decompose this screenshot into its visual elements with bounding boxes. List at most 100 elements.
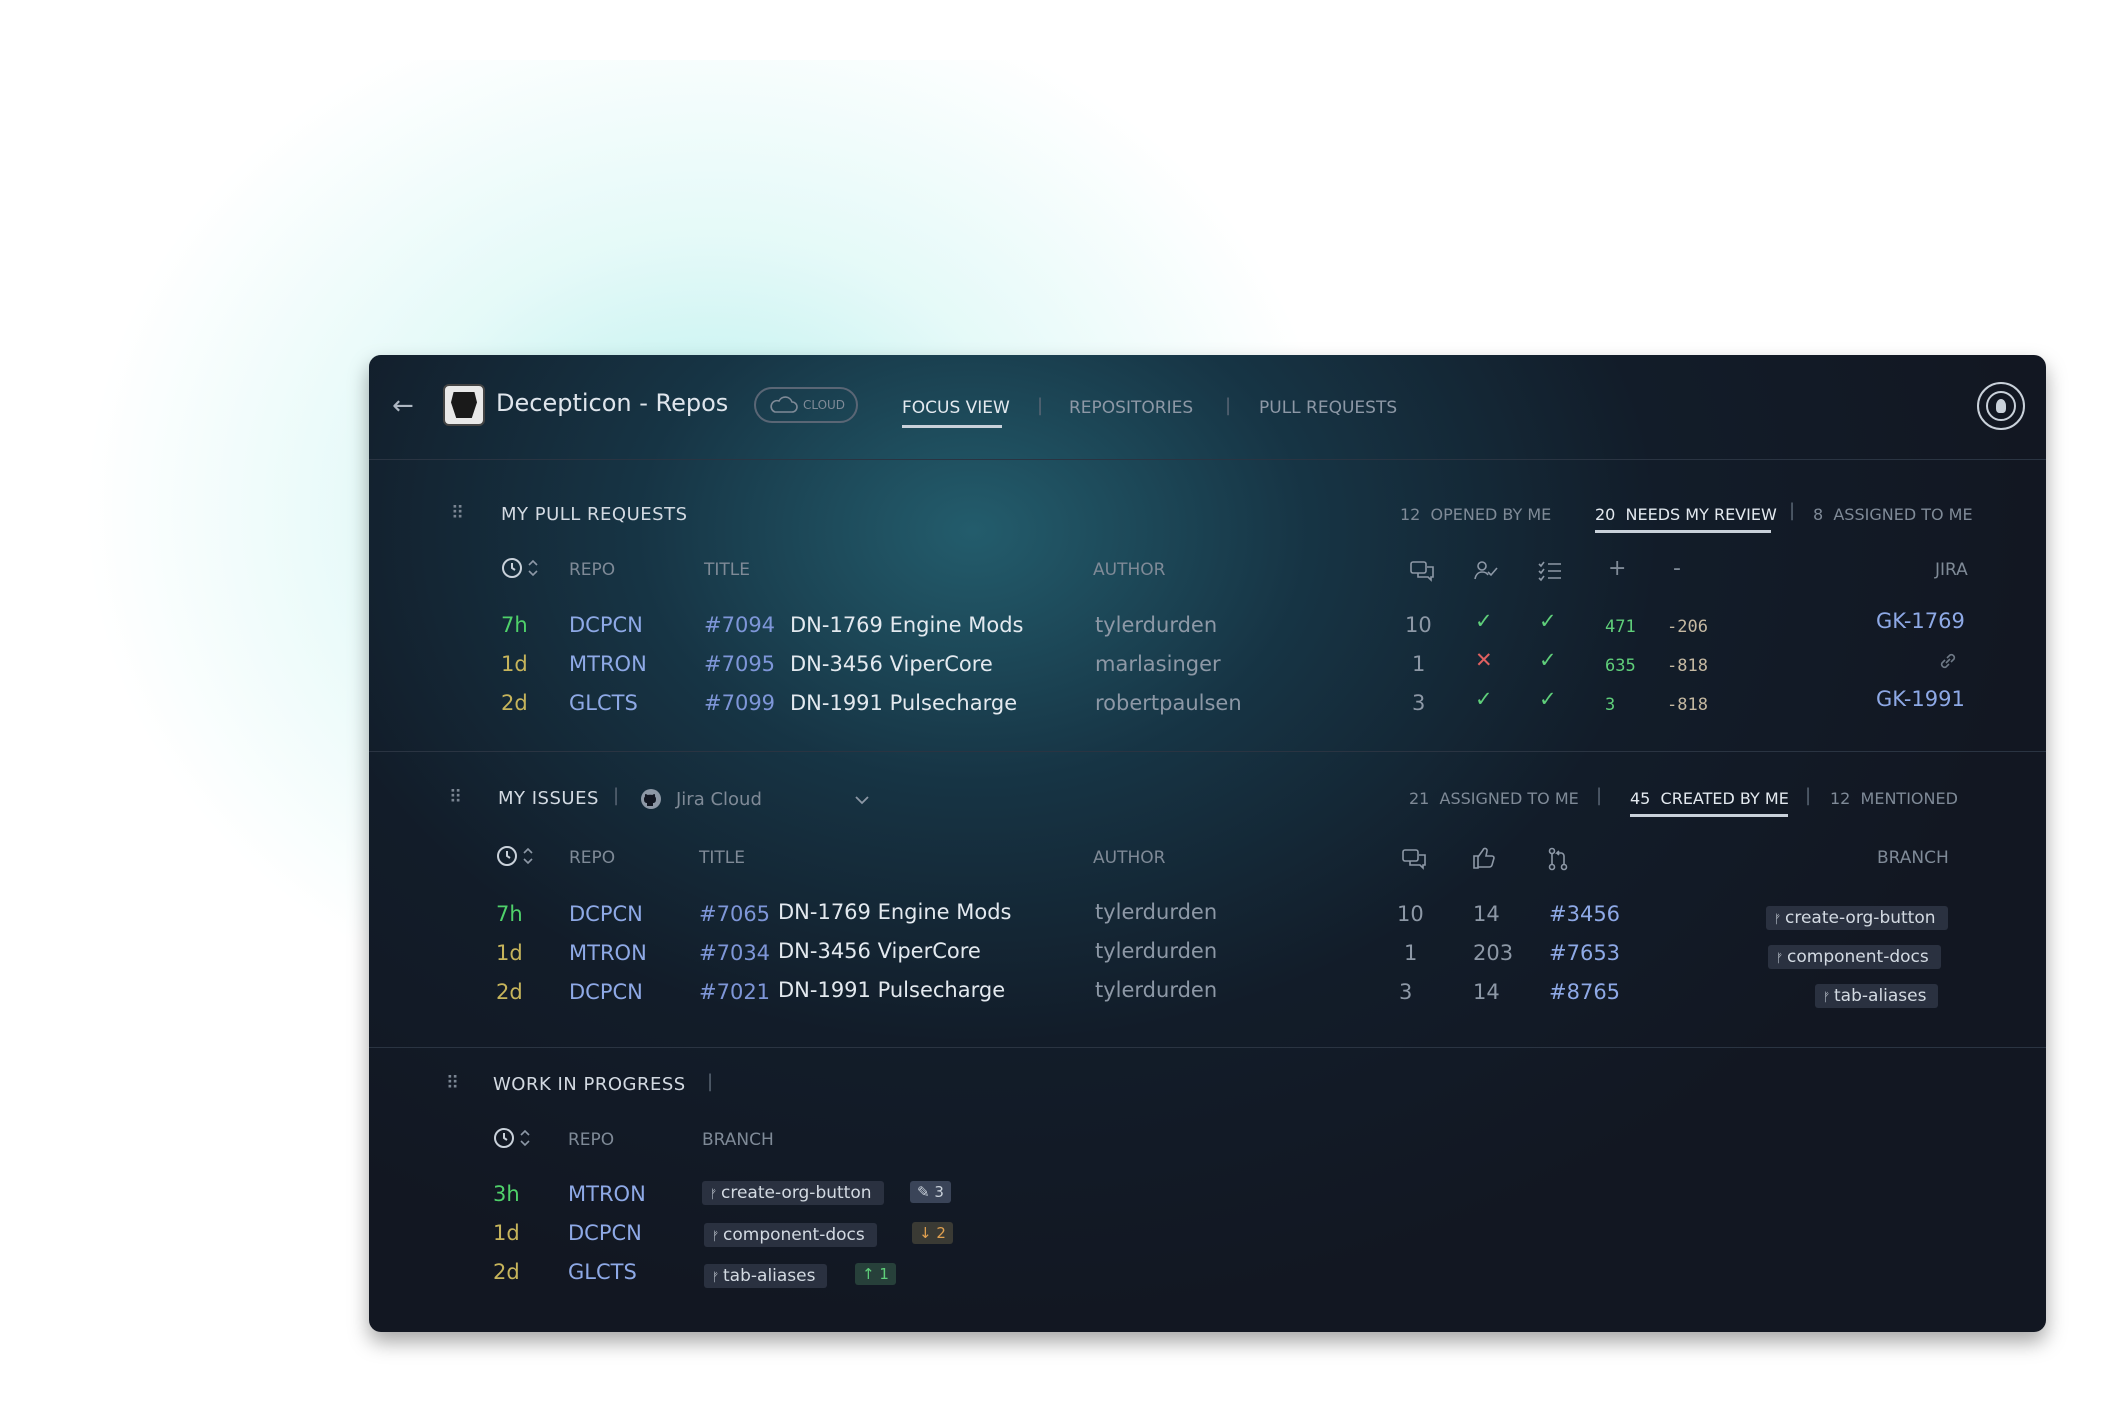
- col-deletions: -: [1673, 556, 1681, 581]
- app-window: ← Decepticon - Repos CLOUD FOCUS VIEW | …: [369, 355, 2046, 1332]
- drag-handle-icon[interactable]: ⠿: [446, 1073, 459, 1094]
- author: tylerdurden: [1095, 900, 1218, 924]
- col-additions: +: [1608, 556, 1627, 581]
- issue-title[interactable]: DN-1991 Pulsecharge: [778, 978, 1005, 1002]
- pr-title[interactable]: DN-1991 Pulsecharge: [790, 691, 1017, 715]
- branch-tag[interactable]: ᚠ component-docs: [1768, 945, 1941, 969]
- filter-assigned-to-me[interactable]: 21 ASSIGNED TO ME: [1409, 789, 1579, 808]
- pull-request-icon: [1548, 847, 1568, 871]
- age: 1d: [496, 941, 523, 965]
- branch-tag[interactable]: ᚠ component-docs: [704, 1223, 877, 1247]
- additions: 635: [1605, 656, 1636, 676]
- repo[interactable]: DCPCN: [569, 902, 643, 926]
- branch-icon: ᚠ: [1774, 912, 1786, 926]
- sort-age-control[interactable]: [493, 1127, 531, 1149]
- branch-tag[interactable]: ᚠ tab-aliases: [704, 1264, 828, 1288]
- tab-focus-view[interactable]: FOCUS VIEW: [902, 398, 1010, 418]
- github-icon: [641, 789, 661, 809]
- tab-pull-requests[interactable]: PULL REQUESTS: [1259, 398, 1397, 418]
- branch-tag[interactable]: ᚠ create-org-button: [702, 1181, 884, 1205]
- clock-icon: [497, 846, 517, 866]
- like-count: 14: [1473, 902, 1500, 926]
- age: 1d: [501, 652, 528, 676]
- chevron-down-icon[interactable]: [853, 791, 871, 809]
- author: robertpaulsen: [1095, 691, 1242, 715]
- changes-requested-x-icon: ✕: [1475, 648, 1493, 672]
- active-filter-indicator: [1595, 530, 1771, 533]
- title-separator: |: [707, 1071, 714, 1092]
- cloud-label: CLOUD: [802, 398, 846, 412]
- deletions: -818: [1667, 695, 1708, 715]
- pr-title[interactable]: DN-3456 ViperCore: [790, 652, 993, 676]
- filter-opened-by-me[interactable]: 12 OPENED BY ME: [1400, 505, 1551, 524]
- user-avatar[interactable]: [1977, 382, 2025, 430]
- col-title: TITLE: [699, 848, 745, 868]
- col-branch: BRANCH: [702, 1130, 774, 1150]
- issue-number[interactable]: #7021: [699, 980, 770, 1004]
- issue-number[interactable]: #7065: [699, 902, 770, 926]
- comment-count: 3: [1399, 980, 1413, 1004]
- col-jira: JIRA: [1935, 560, 1968, 580]
- issue-title[interactable]: DN-1769 Engine Mods: [778, 900, 1011, 924]
- jira-link[interactable]: GK-1991: [1876, 687, 1965, 711]
- sort-age-control[interactable]: [496, 845, 534, 867]
- arrow-up-icon: ↑: [862, 1265, 875, 1283]
- section-title: MY PULL REQUESTS: [501, 504, 688, 525]
- jira-link[interactable]: GK-1769: [1876, 609, 1965, 633]
- sort-chevrons-icon: [520, 1129, 530, 1147]
- pr-number[interactable]: #7094: [704, 613, 775, 637]
- branch-icon: ᚠ: [712, 1270, 724, 1284]
- deletions: -206: [1667, 617, 1708, 637]
- title-separator: |: [613, 785, 620, 806]
- col-branch: BRANCH: [1877, 848, 1949, 868]
- linked-pr[interactable]: #8765: [1549, 980, 1620, 1004]
- thumbs-up-icon: [1473, 847, 1495, 869]
- age: 3h: [493, 1182, 520, 1206]
- pencil-icon: ✎: [917, 1183, 930, 1201]
- issue-source-select[interactable]: Jira Cloud: [676, 789, 762, 810]
- issue-title[interactable]: DN-3456 ViperCore: [778, 939, 981, 963]
- age: 2d: [493, 1260, 520, 1284]
- branch-tag[interactable]: ᚠ tab-aliases: [1815, 984, 1939, 1008]
- filter-assigned-to-me[interactable]: 8 ASSIGNED TO ME: [1813, 505, 1973, 524]
- filter-mentioned[interactable]: 12 MENTIONED: [1830, 789, 1958, 808]
- pr-number[interactable]: #7095: [704, 652, 775, 676]
- age: 1d: [493, 1221, 520, 1245]
- comment-count: 3: [1412, 691, 1426, 715]
- repo[interactable]: MTRON: [568, 1182, 646, 1206]
- approved-check-icon: ✓: [1475, 609, 1493, 633]
- additions: 471: [1605, 617, 1636, 637]
- section-divider: [369, 1047, 2046, 1048]
- drag-handle-icon[interactable]: ⠿: [451, 503, 464, 524]
- pr-title[interactable]: DN-1769 Engine Mods: [790, 613, 1023, 637]
- repo[interactable]: DCPCN: [569, 980, 643, 1004]
- repo[interactable]: DCPCN: [568, 1221, 642, 1245]
- behind-count-badge: ↓ 2: [912, 1222, 953, 1244]
- repo[interactable]: MTRON: [569, 941, 647, 965]
- repo[interactable]: GLCTS: [568, 1260, 637, 1284]
- filter-created-by-me[interactable]: 45 CREATED BY ME: [1630, 789, 1789, 808]
- link-jira-icon[interactable]: [1937, 650, 1959, 672]
- tab-repositories[interactable]: REPOSITORIES: [1069, 398, 1193, 418]
- pr-number[interactable]: #7099: [704, 691, 775, 715]
- comment-count: 1: [1412, 652, 1426, 676]
- deletions: -818: [1667, 656, 1708, 676]
- filter-needs-my-review[interactable]: 20 NEEDS MY REVIEW: [1595, 505, 1777, 524]
- linked-pr[interactable]: #3456: [1549, 902, 1620, 926]
- repo[interactable]: MTRON: [569, 652, 647, 676]
- repo[interactable]: GLCTS: [569, 691, 638, 715]
- branch-tag[interactable]: ᚠ create-org-button: [1766, 906, 1948, 930]
- approved-check-icon: ✓: [1475, 687, 1493, 711]
- issue-number[interactable]: #7034: [699, 941, 770, 965]
- branch-icon: ᚠ: [712, 1229, 724, 1243]
- linked-pr[interactable]: #7653: [1549, 941, 1620, 965]
- sort-age-control[interactable]: [501, 557, 539, 579]
- back-arrow-icon[interactable]: ←: [392, 391, 414, 421]
- drag-handle-icon[interactable]: ⠿: [449, 787, 462, 808]
- tab-separator: |: [1037, 395, 1044, 416]
- age: 2d: [496, 980, 523, 1004]
- branch-icon: ᚠ: [1776, 951, 1788, 965]
- repo[interactable]: DCPCN: [569, 613, 643, 637]
- additions: 3: [1605, 695, 1616, 715]
- top-bar: ← Decepticon - Repos CLOUD FOCUS VIEW | …: [369, 355, 2046, 460]
